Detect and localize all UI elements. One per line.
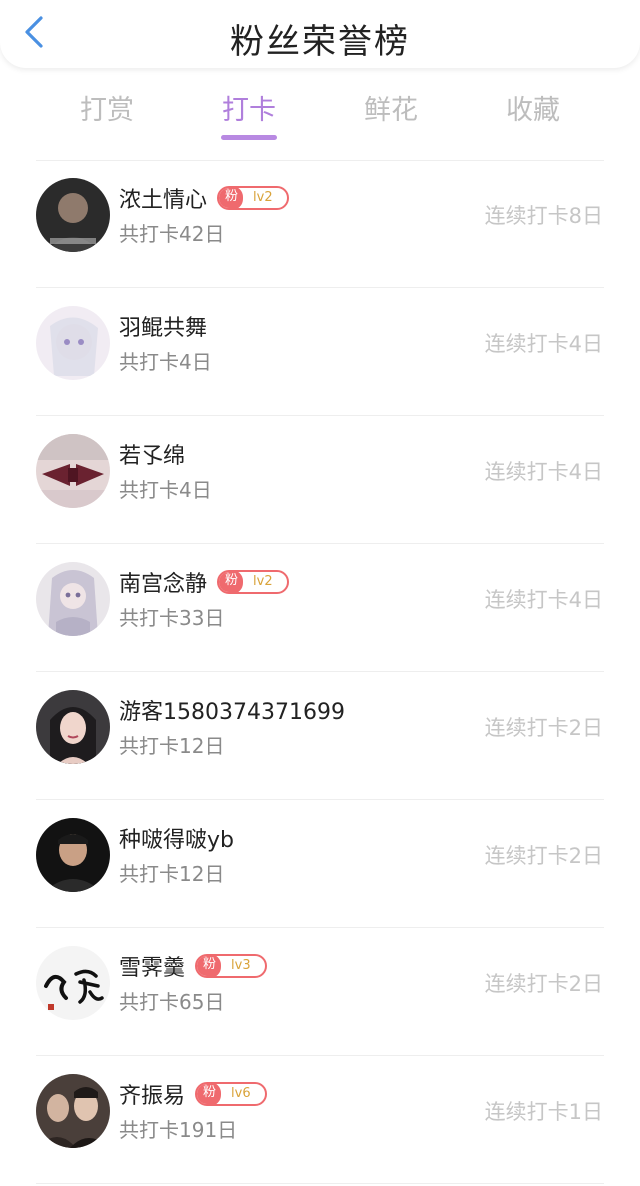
- fan-badge-level: lv3: [231, 958, 251, 973]
- checkin-streak: 连续打卡4日: [484, 332, 603, 356]
- checkin-streak: 连续打卡2日: [484, 972, 603, 996]
- list-item[interactable]: 若孓绵 共打卡4日 连续打卡4日: [0, 412, 640, 540]
- checkin-streak: 连续打卡8日: [484, 204, 603, 228]
- total-checkins: 共打卡4日: [119, 350, 212, 374]
- checkin-streak: 连续打卡1日: [484, 1100, 603, 1124]
- total-checkins: 共打卡191日: [119, 1118, 238, 1142]
- checkin-streak: 连续打卡4日: [484, 460, 603, 484]
- avatar: [36, 818, 110, 892]
- fan-badge-level: lv2: [253, 574, 273, 589]
- list-item[interactable]: 南宫念静 粉 lv2 共打卡33日 连续打卡4日: [0, 540, 640, 668]
- avatar: [36, 690, 110, 764]
- fan-badge-label: 粉: [219, 188, 244, 208]
- fan-badge-label: 粉: [197, 1084, 222, 1104]
- fan-name: 齐振易: [119, 1084, 186, 1109]
- total-checkins: 共打卡42日: [119, 222, 225, 246]
- page-title: 粉丝荣誉榜: [230, 22, 410, 62]
- fan-name: 羽鲲共舞: [119, 316, 208, 341]
- fan-name: 雪霁羹: [119, 956, 186, 981]
- total-checkins: 共打卡33日: [119, 606, 225, 630]
- fan-name: 种啵得啵yb: [119, 828, 234, 853]
- tab-checkin[interactable]: 打卡: [189, 88, 309, 127]
- total-checkins: 共打卡4日: [119, 478, 212, 502]
- checkin-streak: 连续打卡4日: [484, 588, 603, 612]
- total-checkins: 共打卡65日: [119, 990, 225, 1014]
- list-item[interactable]: 种啵得啵yb 共打卡12日 连续打卡2日: [0, 796, 640, 924]
- total-checkins: 共打卡12日: [119, 862, 225, 886]
- list-item[interactable]: 齐振易 粉 lv6 共打卡191日 连续打卡1日: [0, 1052, 640, 1180]
- fan-name: 南宫念静: [119, 572, 208, 597]
- fan-badge-level: lv2: [253, 190, 273, 205]
- avatar: [36, 434, 110, 508]
- list-divider: [36, 1183, 604, 1184]
- active-tab-indicator: [221, 135, 277, 140]
- fan-level-badge: 粉 lv3: [195, 954, 267, 978]
- avatar: [36, 562, 110, 636]
- avatar: [36, 178, 110, 252]
- fan-name: 浓土情心: [119, 188, 208, 213]
- fan-level-badge: 粉 lv2: [217, 186, 289, 210]
- fan-badge-label: 粉: [219, 572, 244, 592]
- fan-badge-level: lv6: [231, 1086, 251, 1101]
- fan-name: 游客1580374371699: [119, 700, 345, 725]
- top-bar: 粉丝荣誉榜: [0, 0, 640, 68]
- list-item[interactable]: 游客1580374371699 共打卡12日 连续打卡2日: [0, 668, 640, 796]
- tab-flowers[interactable]: 鲜花: [331, 88, 451, 127]
- total-checkins: 共打卡12日: [119, 734, 225, 758]
- fan-name: 若孓绵: [119, 444, 186, 469]
- tab-favorites[interactable]: 收藏: [473, 88, 593, 127]
- checkin-streak: 连续打卡2日: [484, 716, 603, 740]
- tab-bar: 打赏 打卡 鲜花 收藏: [0, 78, 640, 148]
- avatar: [36, 306, 110, 380]
- list-item[interactable]: 雪霁羹 粉 lv3 共打卡65日 连续打卡2日: [0, 924, 640, 1052]
- checkin-streak: 连续打卡2日: [484, 844, 603, 868]
- tab-tip[interactable]: 打赏: [47, 88, 167, 127]
- list-item[interactable]: 浓土情心 粉 lv2 共打卡42日 连续打卡8日: [0, 156, 640, 284]
- avatar: [36, 1074, 110, 1148]
- fan-level-badge: 粉 lv2: [217, 570, 289, 594]
- avatar: [36, 946, 110, 1020]
- fan-level-badge: 粉 lv6: [195, 1082, 267, 1106]
- fan-badge-label: 粉: [197, 956, 222, 976]
- list-item[interactable]: 羽鲲共舞 共打卡4日 连续打卡4日: [0, 284, 640, 412]
